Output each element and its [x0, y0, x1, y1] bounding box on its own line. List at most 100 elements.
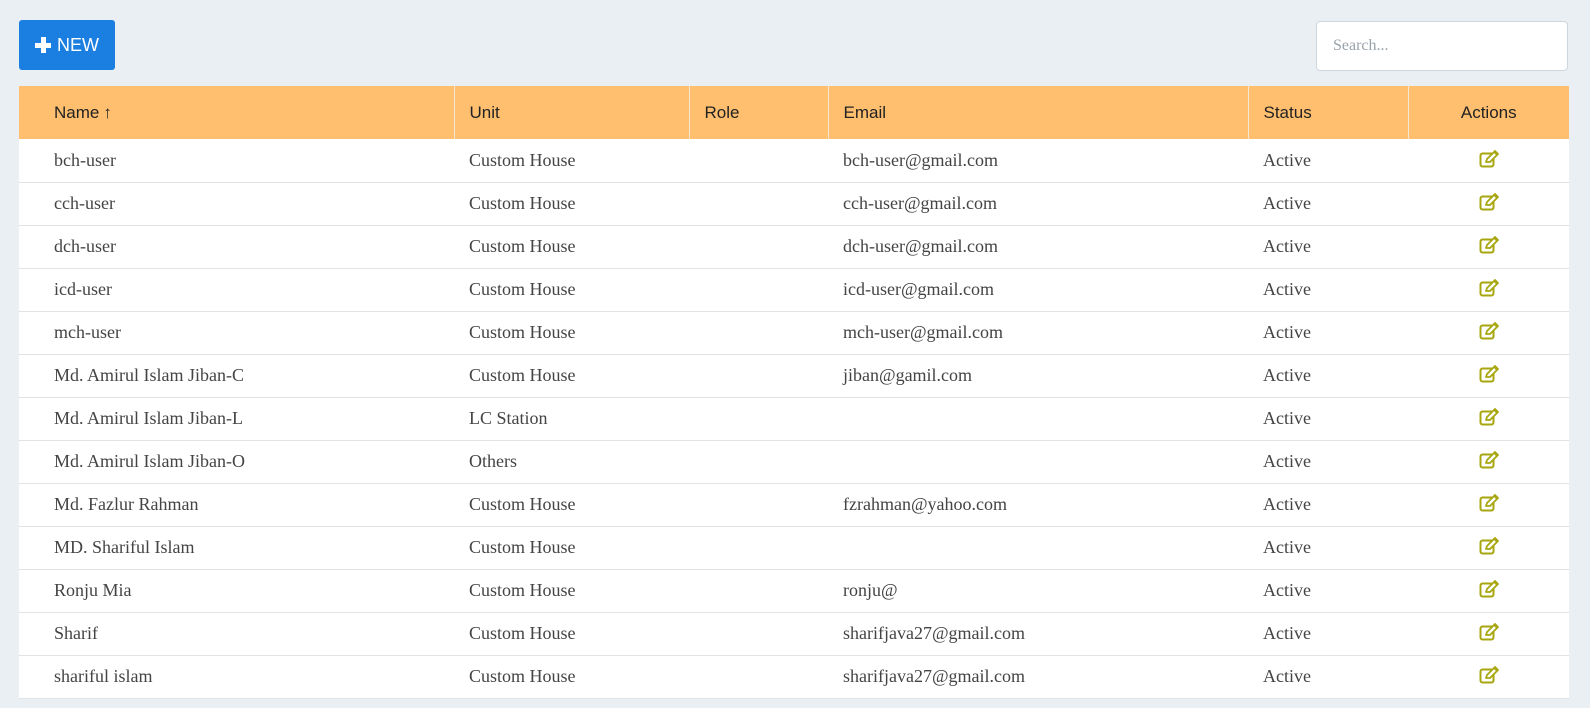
cell-email: cch-user@gmail.com	[843, 193, 998, 213]
edit-icon[interactable]	[1479, 623, 1499, 641]
table-row[interactable]: Md. Fazlur Rahman Custom House fzrahman@ya…	[19, 483, 1569, 526]
cell-role	[689, 655, 828, 698]
cell-actions	[1408, 526, 1569, 569]
cell-actions	[1408, 268, 1569, 311]
cell-actions	[1408, 483, 1569, 526]
cell-email: ronju@	[843, 580, 898, 600]
cell-role	[689, 311, 828, 354]
cell-email: mch-user@gmail.com	[843, 322, 1004, 342]
cell-status: Active	[1263, 279, 1311, 299]
cell-name: Sharif	[54, 623, 98, 643]
edit-icon[interactable]	[1479, 149, 1499, 168]
cell-actions	[1408, 569, 1569, 612]
edit-icon[interactable]	[1479, 451, 1499, 469]
cell-role	[689, 569, 828, 612]
cell-unit: Custom House	[469, 236, 576, 256]
users-table: Name ↑ Unit Role Email Status Actions bch…	[19, 86, 1569, 699]
cell-name: dch-user	[54, 236, 116, 256]
cell-role	[689, 139, 828, 182]
cell-email: bch-user@gmail.com	[843, 149, 999, 170]
arrow-up-icon: ↑	[103, 102, 112, 122]
table-row[interactable]: MD. Shariful Islam Custom House Active	[19, 526, 1569, 569]
cell-unit: Custom House	[469, 322, 576, 342]
edit-icon[interactable]	[1479, 279, 1499, 297]
cell-role	[689, 182, 828, 225]
cell-status: Active	[1263, 408, 1311, 428]
cell-name: bch-user	[54, 149, 116, 170]
cell-email: jiban@gamil.com	[843, 365, 973, 385]
cell-status: Active	[1263, 193, 1311, 213]
cell-status: Active	[1263, 623, 1311, 643]
edit-icon[interactable]	[1479, 537, 1499, 555]
new-button-label: NEW	[57, 34, 99, 55]
table-row[interactable]: mch-user Custom House mch-user@gmail.com Ac…	[19, 311, 1569, 354]
cell-role	[689, 526, 828, 569]
edit-icon[interactable]	[1479, 236, 1499, 254]
cell-unit: Custom House	[469, 365, 576, 385]
cell-name: Ronju Mia	[54, 580, 132, 600]
cell-actions	[1408, 397, 1569, 440]
cell-role	[689, 354, 828, 397]
cell-status: Active	[1263, 451, 1311, 471]
table-row[interactable]: Sharif Custom House sharifjava27@gmail.com…	[19, 612, 1569, 655]
cell-role	[689, 440, 828, 483]
cell-email	[828, 397, 1248, 440]
edit-icon[interactable]	[1479, 580, 1499, 598]
cell-status: Active	[1263, 236, 1311, 256]
search-input[interactable]	[1316, 21, 1568, 71]
column-header-email[interactable]: Email	[827, 86, 1248, 139]
cell-name: mch-user	[54, 322, 121, 342]
column-header-role[interactable]: Role	[688, 86, 828, 139]
plus-icon	[35, 37, 51, 53]
table-body: bch-user Custom House bch-user@gmail.com Ac…	[19, 139, 1569, 698]
table-row[interactable]: Md. Amirul Islam Jiban-C Custom House jiba…	[19, 354, 1569, 397]
cell-status: Active	[1263, 666, 1311, 686]
table-header: Name ↑ Unit Role Email Status Actions	[19, 86, 1569, 139]
cell-actions	[1408, 139, 1569, 182]
table-row[interactable]: dch-user Custom House dch-user@gmail.com Ac…	[19, 225, 1569, 268]
cell-actions	[1408, 311, 1569, 354]
table-row[interactable]: Md. Amirul Islam Jiban-O Others Active	[19, 440, 1569, 483]
cell-role	[689, 397, 828, 440]
table-row[interactable]: Md. Amirul Islam Jiban-L LC Station Active	[19, 397, 1569, 440]
edit-icon[interactable]	[1479, 494, 1499, 512]
cell-unit: Custom House	[469, 193, 576, 213]
cell-unit: Others	[469, 451, 517, 471]
column-header-name[interactable]: Name ↑	[19, 86, 454, 139]
cell-role	[689, 268, 828, 311]
cell-actions	[1408, 182, 1569, 225]
cell-email: icd-user@gmail.com	[843, 279, 995, 299]
cell-email: fzrahman@yahoo.com	[843, 494, 1008, 514]
cell-unit: Custom House	[469, 279, 576, 299]
cell-actions	[1408, 440, 1569, 483]
column-header-unit[interactable]: Unit	[453, 86, 689, 139]
cell-name: shariful islam	[54, 666, 153, 686]
cell-email: sharifjava27@gmail.com	[843, 666, 1026, 686]
cell-status: Active	[1263, 537, 1311, 557]
edit-icon[interactable]	[1479, 322, 1499, 340]
table-row[interactable]: shariful islam Custom House sharifjava27@g…	[19, 655, 1569, 698]
cell-name: Md. Fazlur Rahman	[54, 494, 199, 514]
cell-status: Active	[1263, 365, 1311, 385]
cell-role	[689, 483, 828, 526]
table-row[interactable]: Ronju Mia Custom House ronju@ Active	[19, 569, 1569, 612]
edit-icon[interactable]	[1479, 666, 1499, 684]
new-button[interactable]: NEW	[19, 20, 115, 70]
cell-name: cch-user	[54, 193, 115, 213]
column-header-status[interactable]: Status	[1247, 86, 1408, 139]
edit-icon[interactable]	[1479, 408, 1499, 426]
cell-name: Md. Amirul Islam Jiban-C	[54, 365, 244, 385]
cell-unit: LC Station	[469, 408, 548, 428]
edit-icon[interactable]	[1479, 193, 1499, 211]
edit-icon[interactable]	[1479, 365, 1499, 383]
table-row[interactable]: bch-user Custom House bch-user@gmail.com Ac…	[19, 139, 1569, 182]
cell-actions	[1408, 655, 1569, 698]
table-row[interactable]: icd-user Custom House icd-user@gmail.com Ac…	[19, 268, 1569, 311]
cell-unit: Custom House	[469, 666, 576, 686]
cell-actions	[1408, 354, 1569, 397]
table-row[interactable]: cch-user Custom House cch-user@gmail.com Ac…	[19, 182, 1569, 225]
cell-name: icd-user	[54, 279, 112, 299]
cell-actions	[1408, 612, 1569, 655]
column-header-actions: Actions	[1407, 86, 1569, 139]
cell-status: Active	[1263, 322, 1311, 342]
